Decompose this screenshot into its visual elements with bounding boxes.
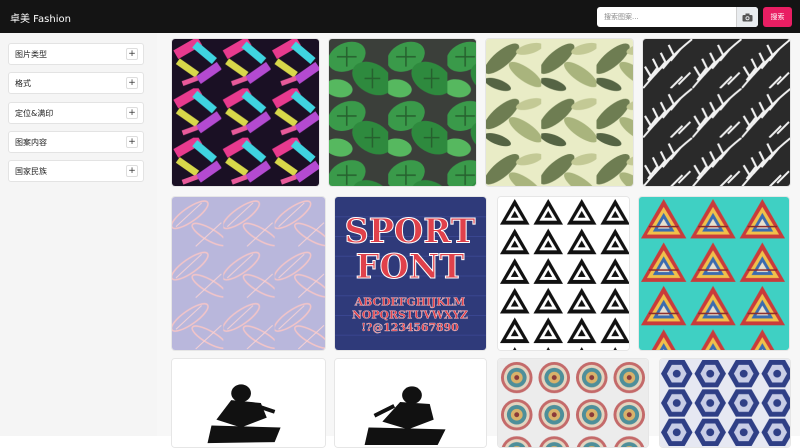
filter-label: 国家民族 — [15, 167, 47, 176]
search-box — [597, 7, 758, 27]
expand-icon[interactable]: + — [126, 107, 138, 119]
brand-logo[interactable]: 卓美 Fashion — [10, 10, 71, 25]
top-bar: 卓美 Fashion 搜索 — [0, 0, 800, 33]
filter-pattern-content[interactable]: 图案内容 + — [8, 131, 144, 153]
pattern-tile-banana-leaf[interactable] — [485, 38, 634, 187]
image-tile-motocross-1[interactable] — [171, 358, 326, 448]
filter-sidebar: 图片类型 + 格式 + 定位&满印 + 图案内容 + 国家民族 + — [0, 33, 157, 436]
pattern-tile-triangle-geo[interactable] — [497, 196, 630, 351]
filter-label: 格式 — [15, 79, 31, 88]
filter-placement[interactable]: 定位&满印 + — [8, 102, 144, 124]
image-tile-motocross-2[interactable] — [334, 358, 487, 448]
expand-icon[interactable]: + — [126, 165, 138, 177]
pattern-tile-neon-brush[interactable] — [171, 38, 320, 187]
pattern-tile-monstera[interactable] — [328, 38, 477, 187]
search-input[interactable] — [597, 7, 736, 27]
sport-title-line1: SPORT — [345, 210, 476, 250]
expand-icon[interactable]: + — [126, 48, 138, 60]
pattern-tile-mandala[interactable] — [497, 358, 649, 448]
search-button[interactable]: 搜索 — [763, 7, 792, 27]
alphabet-row-3: !?@1234567890 — [361, 321, 459, 334]
filter-image-type[interactable]: 图片类型 + — [8, 43, 144, 65]
expand-icon[interactable]: + — [126, 136, 138, 148]
alphabet-row-2: NOPQRSTUVWXYZ — [352, 308, 468, 321]
pattern-tile-ethnic-triangles[interactable] — [638, 196, 790, 351]
alphabet-row-1: ABCDEFGHIJKLM — [354, 296, 466, 309]
pattern-tile-palm-bw[interactable] — [642, 38, 791, 187]
pattern-tile-pink-leaf[interactable] — [171, 196, 326, 351]
filter-label: 定位&满印 — [15, 109, 54, 118]
pattern-tile-hex-tiles[interactable] — [659, 358, 791, 448]
filter-label: 图案内容 — [15, 138, 47, 147]
sport-title-line2: FONT — [356, 246, 465, 286]
pattern-tile-sport-font[interactable]: SPORT FONT ABCDEFGHIJKLM NOPQRSTUVWXYZ !… — [334, 196, 487, 351]
filter-label: 图片类型 — [15, 50, 47, 59]
pattern-grid: SPORT FONT ABCDEFGHIJKLM NOPQRSTUVWXYZ !… — [157, 33, 800, 448]
camera-search-button[interactable] — [736, 7, 758, 27]
filter-format[interactable]: 格式 + — [8, 72, 144, 94]
camera-icon — [742, 13, 753, 21]
expand-icon[interactable]: + — [126, 77, 138, 89]
filter-ethnic[interactable]: 国家民族 + — [8, 160, 144, 182]
